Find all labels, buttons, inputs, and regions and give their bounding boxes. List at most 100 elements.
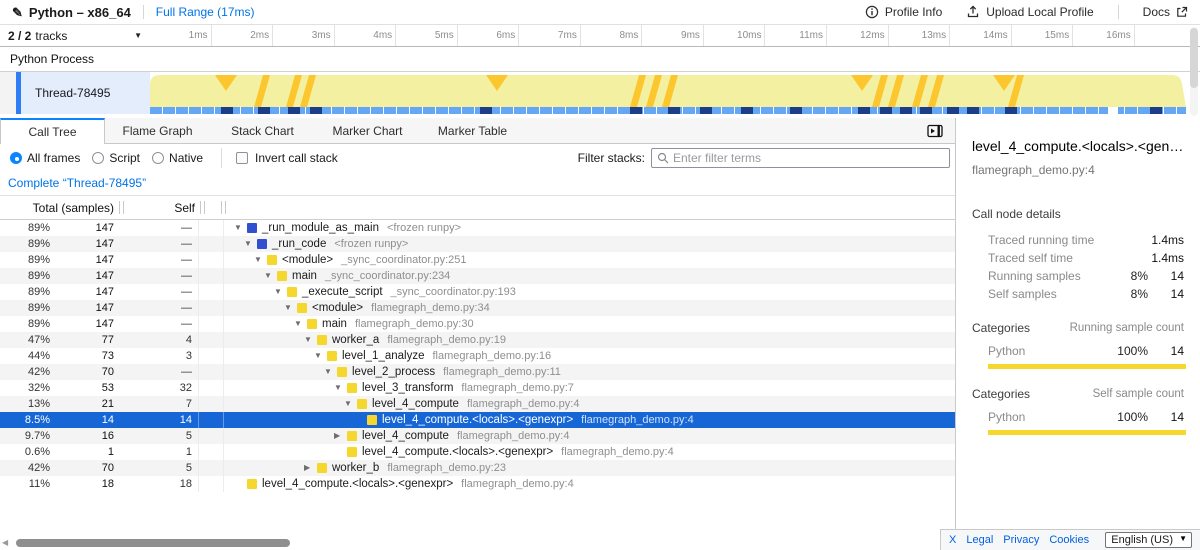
row-total-samples: 21 (50, 398, 118, 410)
table-row[interactable]: 89%147—▼<module>_sync_coordinator.py:251 (0, 252, 955, 268)
time-ruler[interactable]: 1ms2ms3ms4ms5ms6ms7ms8ms9ms10ms11ms12ms1… (150, 25, 1186, 46)
table-row[interactable]: 9.7%165▶level_4_computeflamegraph_demo.p… (0, 428, 955, 444)
function-name: <module> (282, 254, 333, 266)
expand-arrow-icon[interactable]: ▼ (344, 396, 357, 412)
table-row[interactable]: 11%1818level_4_compute.<locals>.<genexpr… (0, 476, 955, 492)
table-row[interactable]: 89%147—▼_run_module_as_main<frozen runpy… (0, 220, 955, 236)
column-resize-handle[interactable] (221, 201, 226, 214)
table-row[interactable]: 8.5%1414level_4_compute.<locals>.<genexp… (0, 412, 955, 428)
row-total-samples: 77 (50, 334, 118, 346)
expand-arrow-icon[interactable]: ▼ (264, 268, 277, 284)
tab-call-tree[interactable]: Call Tree (0, 118, 105, 144)
row-self-samples: — (118, 366, 198, 378)
table-row[interactable]: 89%147—▼<module>flamegraph_demo.py:34 (0, 300, 955, 316)
thread-track-label[interactable]: Thread-78495 (21, 72, 150, 114)
docs-button[interactable]: Docs (1131, 5, 1188, 19)
expand-arrow-icon[interactable]: ▼ (284, 300, 297, 316)
footer-bar: X Legal Privacy Cookies English (US)▼ (940, 529, 1200, 550)
expand-arrow-icon[interactable]: ▼ (334, 380, 347, 396)
column-header-self[interactable]: Self (125, 201, 199, 215)
table-row[interactable]: 44%733▼level_1_analyzeflamegraph_demo.py… (0, 348, 955, 364)
footer-link-privacy[interactable]: Privacy (1003, 534, 1039, 546)
radio-all-frames[interactable]: All frames (10, 151, 80, 165)
sidebar-toggle-button[interactable] (927, 118, 943, 143)
table-row[interactable]: 89%147—▼mainflamegraph_demo.py:30 (0, 316, 955, 332)
footer-link-legal[interactable]: Legal (966, 534, 993, 546)
sample-marker (630, 107, 642, 114)
breadcrumb[interactable]: Complete “Thread-78495” (8, 176, 146, 190)
profile-name-button[interactable]: ✎ Python – x86_64 (12, 5, 131, 20)
column-resize-handle[interactable] (119, 201, 124, 214)
expand-arrow-icon[interactable]: ▼ (234, 220, 247, 236)
process-track-header[interactable]: Python Process (0, 47, 1200, 72)
tab-marker-table[interactable]: Marker Table (420, 118, 525, 143)
invert-call-stack-checkbox[interactable]: Invert call stack (236, 151, 338, 165)
table-row[interactable]: 89%147—▼_run_code<frozen runpy> (0, 236, 955, 252)
category-color-icon (347, 431, 357, 441)
category-meter-bar (988, 430, 1186, 435)
divider (1118, 5, 1119, 19)
row-total-samples: 18 (50, 478, 118, 490)
expand-arrow-icon[interactable]: ▼ (254, 252, 267, 268)
main-pane: Call TreeFlame GraphStack ChartMarker Ch… (0, 118, 955, 550)
table-row[interactable]: 89%147—▼main_sync_coordinator.py:234 (0, 268, 955, 284)
ruler-tick: 5ms (396, 25, 458, 46)
upload-profile-button[interactable]: Upload Local Profile (954, 5, 1105, 19)
file-location: flamegraph_demo.py:34 (371, 302, 490, 314)
thread-activity-graph[interactable] (150, 75, 1186, 107)
filter-row: All frames Script Native Invert call stack… (0, 144, 955, 171)
ruler-tick: 11ms (765, 25, 827, 46)
file-location: flamegraph_demo.py:4 (457, 430, 570, 442)
timeline-scrollbar[interactable] (1190, 27, 1198, 116)
column-header-total[interactable]: Total (samples) (0, 201, 118, 215)
detail-row: Traced running time1.4ms (972, 231, 1184, 249)
tab-marker-chart[interactable]: Marker Chart (315, 118, 420, 143)
tab-stack-chart[interactable]: Stack Chart (210, 118, 315, 143)
sample-marker (858, 107, 870, 114)
expand-arrow-icon[interactable]: ▼ (274, 284, 287, 300)
function-name: _execute_script (302, 286, 383, 298)
table-row[interactable]: 32%5332▼level_3_transformflamegraph_demo… (0, 380, 955, 396)
table-row[interactable]: 13%217▼level_4_computeflamegraph_demo.py… (0, 396, 955, 412)
table-row[interactable]: 42%705▶worker_bflamegraph_demo.py:23 (0, 460, 955, 476)
filter-stacks-input[interactable] (673, 151, 944, 165)
tab-flame-graph[interactable]: Flame Graph (105, 118, 210, 143)
table-row[interactable]: 42%70—▼level_2_processflamegraph_demo.py… (0, 364, 955, 380)
language-select[interactable]: English (US)▼ (1105, 532, 1192, 548)
expand-arrow-icon[interactable]: ▼ (304, 332, 317, 348)
function-name: level_2_process (352, 366, 435, 378)
profile-info-button[interactable]: Profile Info (853, 5, 954, 19)
column-resize-handle[interactable] (200, 201, 205, 214)
file-location: flamegraph_demo.py:19 (387, 334, 506, 346)
sample-marker (1150, 107, 1162, 114)
table-row[interactable]: 0.6%11level_4_compute.<locals>.<genexpr>… (0, 444, 955, 460)
sample-marker (790, 107, 802, 114)
full-range-link[interactable]: Full Range (17ms) (156, 5, 255, 19)
row-total-percent: 89% (0, 318, 50, 330)
row-total-samples: 1 (50, 446, 118, 458)
expand-arrow-icon[interactable]: ▼ (294, 316, 307, 332)
expand-arrow-icon[interactable]: ▼ (244, 236, 257, 252)
scroll-left-arrow-icon[interactable]: ◀ (2, 538, 8, 548)
radio-script[interactable]: Script (92, 151, 140, 165)
table-row[interactable]: 89%147—▼_execute_script_sync_coordinator… (0, 284, 955, 300)
radio-native[interactable]: Native (152, 151, 203, 165)
category-color-icon (287, 287, 297, 297)
expand-arrow-icon[interactable]: ▶ (304, 460, 317, 476)
expand-arrow-icon[interactable]: ▼ (314, 348, 327, 364)
row-total-percent: 13% (0, 398, 50, 410)
function-name: main (292, 270, 317, 282)
table-row[interactable]: 47%774▼worker_aflamegraph_demo.py:19 (0, 332, 955, 348)
footer-link-cookies[interactable]: Cookies (1049, 534, 1089, 546)
expand-arrow-icon[interactable]: ▶ (334, 428, 347, 444)
external-link-icon (1176, 6, 1188, 18)
category-row: Python100%14 (972, 343, 1184, 359)
ruler-tick: 7ms (519, 25, 581, 46)
scrollbar-thumb[interactable] (16, 539, 290, 547)
thread-samples-strip[interactable] (150, 107, 1186, 114)
tracks-dropdown[interactable]: 2 / 2 tracks ▼ (0, 25, 150, 46)
footer-link-x[interactable]: X (949, 534, 956, 546)
scrollbar-thumb[interactable] (1190, 28, 1198, 88)
horizontal-scrollbar[interactable]: ◀ (0, 538, 955, 548)
expand-arrow-icon[interactable]: ▼ (324, 364, 337, 380)
